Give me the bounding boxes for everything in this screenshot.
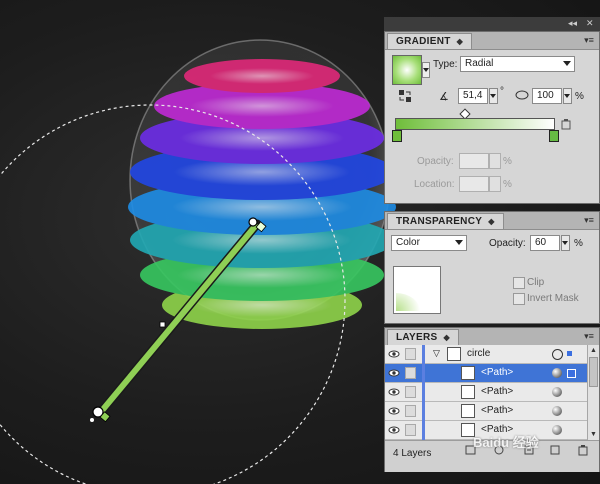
target-circle-icon[interactable]: [552, 368, 562, 378]
layer-row-circle[interactable]: ▽ circle: [385, 345, 589, 364]
layer-count: 4 Layers: [393, 448, 432, 459]
layer-name: <Path>: [481, 367, 514, 378]
swatch-dropdown-arrow[interactable]: [422, 62, 430, 78]
opacity-label: Opacity:: [417, 156, 454, 167]
gradient-opacity-dropdown: [489, 153, 501, 169]
layer-name: circle: [467, 348, 491, 359]
transparency-tabbar: TRANSPARENCY ◆ ▾≡: [385, 212, 599, 230]
aspect-unit: %: [575, 91, 584, 102]
lock-toggle[interactable]: [405, 386, 416, 398]
lock-toggle[interactable]: [405, 348, 416, 360]
opacity-dropdown[interactable]: [561, 235, 570, 251]
eye-icon[interactable]: [388, 367, 400, 379]
collapse-dock-button[interactable]: ◂◂: [568, 18, 577, 29]
gradient-slider[interactable]: [395, 118, 555, 130]
gradient-location-dropdown: [489, 176, 501, 192]
gradient-end-handle: [248, 217, 258, 227]
gradient-stop-left[interactable]: [392, 130, 402, 142]
layer-thumbnail: [461, 366, 475, 380]
aspect-ratio-input[interactable]: 100: [532, 88, 562, 104]
angle-icon: ∡: [439, 91, 449, 103]
watermark-text: Baidu 经验: [473, 435, 539, 450]
layer-color-bar: [422, 421, 425, 440]
layer-color-bar: [422, 402, 425, 421]
opacity-unit: %: [503, 156, 512, 167]
lock-toggle[interactable]: [405, 367, 416, 379]
gradient-panel: GRADIENT ◆ ▾≡ Type: Radial ∡ 51,4 ° 100 %…: [384, 31, 600, 204]
scroll-thumb[interactable]: [589, 357, 598, 387]
invert-mask-checkbox[interactable]: [513, 293, 525, 305]
target-circle-icon[interactable]: [552, 387, 562, 397]
close-dock-button[interactable]: ✕: [586, 18, 594, 29]
new-layer-icon[interactable]: [549, 444, 561, 456]
scroll-up-icon[interactable]: ▲: [590, 347, 597, 354]
scroll-down-icon[interactable]: ▼: [590, 431, 597, 438]
reverse-gradient-icon[interactable]: [398, 89, 412, 103]
transparency-panel: TRANSPARENCY ◆ ▾≡ Color Opacity: 60 % Cli…: [384, 211, 600, 324]
angle-input[interactable]: 51,4: [458, 88, 488, 104]
lock-toggle[interactable]: [405, 405, 416, 417]
location-unit: %: [503, 179, 512, 190]
panel-menu-icon[interactable]: ▾≡: [583, 34, 595, 46]
gradient-location-input: [459, 176, 489, 192]
opacity-label: Opacity:: [489, 238, 526, 249]
selection-indicator: [567, 369, 576, 378]
layer-name: <Path>: [481, 405, 514, 416]
gradient-stop-right[interactable]: [549, 130, 559, 142]
lock-toggle[interactable]: [405, 424, 416, 436]
gradient-swatch[interactable]: [392, 55, 422, 85]
degree-symbol: °: [500, 86, 504, 97]
angle-dropdown[interactable]: [489, 88, 498, 104]
tab-layers[interactable]: LAYERS ◆: [387, 329, 459, 345]
opacity-unit: %: [574, 238, 583, 249]
layer-color-bar: [422, 364, 425, 383]
layers-panel: LAYERS ◆ ▾≡ ▽ circle <Path> <Path> <Path…: [384, 327, 600, 472]
expand-arrow-icon[interactable]: ▽: [433, 348, 440, 359]
transparency-opacity-input[interactable]: 60: [530, 235, 560, 251]
layer-name: <Path>: [481, 386, 514, 397]
layer-color-bar: [422, 345, 425, 364]
layer-row-path-selected[interactable]: <Path>: [385, 364, 589, 383]
eye-icon[interactable]: [388, 424, 400, 436]
type-label: Type:: [433, 59, 458, 70]
layer-color-bar: [422, 383, 425, 402]
object-thumbnail[interactable]: [393, 266, 441, 314]
color-rings: [128, 59, 396, 329]
panel-menu-icon[interactable]: ▾≡: [583, 214, 595, 226]
blend-mode-select[interactable]: Color: [391, 235, 467, 251]
target-circle-icon[interactable]: [552, 349, 563, 360]
panel-dock-strip: ◂◂ ✕: [384, 17, 600, 31]
layers-tabbar: LAYERS ◆ ▾≡: [385, 328, 599, 346]
eye-icon[interactable]: [388, 348, 400, 360]
delete-stop-icon[interactable]: [561, 118, 571, 130]
layer-thumbnail: [461, 404, 475, 418]
layer-thumbnail: [461, 385, 475, 399]
delete-layer-icon[interactable]: [577, 444, 589, 456]
layers-list: ▽ circle <Path> <Path> <Path> <Path>: [385, 345, 589, 440]
layer-thumbnail: [447, 347, 461, 361]
layer-row-path[interactable]: <Path>: [385, 383, 589, 402]
target-circle-icon[interactable]: [552, 425, 562, 435]
gradient-tabbar: GRADIENT ◆ ▾≡: [385, 32, 599, 50]
eye-icon[interactable]: [388, 405, 400, 417]
type-select[interactable]: Radial: [460, 56, 575, 72]
gradient-opacity-input: [459, 153, 489, 169]
layers-footer: 4 Layers Baidu 经验: [385, 435, 599, 472]
eye-icon[interactable]: [388, 386, 400, 398]
target-circle-icon[interactable]: [552, 406, 562, 416]
selection-indicator: [567, 351, 572, 356]
location-label: Location:: [414, 179, 455, 190]
invert-mask-label: Invert Mask: [527, 293, 579, 304]
aspect-ratio-icon: [515, 89, 529, 101]
clip-checkbox[interactable]: [513, 277, 525, 289]
aspect-dropdown[interactable]: [563, 88, 572, 104]
panel-menu-icon[interactable]: ▾≡: [583, 330, 595, 342]
tab-transparency[interactable]: TRANSPARENCY ◆: [387, 213, 504, 229]
layers-scrollbar[interactable]: ▲ ▼: [587, 345, 599, 440]
layer-row-path[interactable]: <Path>: [385, 402, 589, 421]
clip-label: Clip: [527, 277, 545, 288]
tab-gradient[interactable]: GRADIENT ◆: [387, 33, 473, 49]
